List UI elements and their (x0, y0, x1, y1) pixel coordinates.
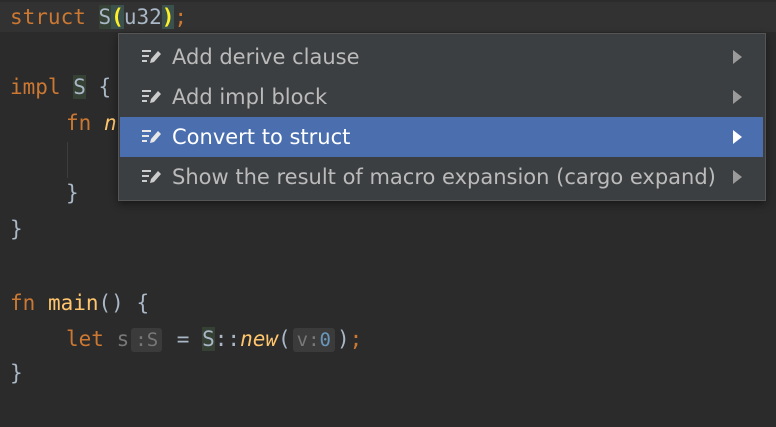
fn-name-partial: n (103, 111, 117, 135)
method-new: new (240, 327, 278, 351)
code-line-1[interactable]: struct S(u32); (0, 2, 776, 32)
menu-item-convert-to-struct[interactable]: Convert to struct (120, 117, 763, 157)
var-s: s (116, 327, 130, 351)
keyword-struct: struct (10, 5, 86, 29)
submenu-arrow-icon (725, 90, 749, 104)
code-line-11[interactable]: } (10, 358, 23, 388)
params: () (98, 291, 124, 315)
code-line-3[interactable]: impl S { (10, 72, 111, 102)
equals: = (176, 327, 190, 351)
param-hint-label: v: (296, 329, 320, 351)
paren-close: ) (161, 5, 175, 29)
intention-edit-icon (140, 165, 164, 189)
submenu-arrow-icon (725, 170, 749, 184)
menu-item-add-derive-clause[interactable]: Add derive clause (120, 37, 763, 77)
menu-item-label: Show the result of macro expansion (carg… (172, 165, 716, 189)
menu-item-show-macro-expansion[interactable]: Show the result of macro expansion (carg… (120, 157, 763, 197)
menu-item-add-impl-block[interactable]: Add impl block (120, 77, 763, 117)
submenu-arrow-icon (725, 50, 749, 64)
menu-item-label: Add derive clause (172, 45, 360, 69)
struct-name: S (98, 5, 112, 29)
code-line-6[interactable]: } (66, 178, 79, 208)
code-line-7[interactable]: } (10, 214, 23, 244)
submenu-arrow-icon (725, 130, 749, 144)
keyword-fn: fn (10, 291, 36, 315)
menu-item-label: Add impl block (172, 85, 328, 109)
code-editor[interactable]: struct S(u32); impl S { fn n } } fn main… (0, 0, 776, 427)
open-brace: { (98, 75, 112, 99)
semicolon: ; (174, 5, 188, 29)
open-brace: { (136, 291, 150, 315)
code-line-10[interactable]: let s:S = S::new(v:0); (66, 324, 362, 354)
intention-actions-popup[interactable]: Add derive clause Add impl block Convert… (118, 33, 766, 201)
type-inlay-hint: :S (131, 328, 163, 352)
code-line-9[interactable]: fn main() { (10, 288, 149, 318)
paren-close: ) (337, 327, 350, 351)
code-line-4[interactable]: fn n (66, 108, 117, 138)
close-brace: } (10, 217, 23, 241)
arg-value: 0 (319, 329, 331, 351)
paren-open: ( (278, 327, 291, 351)
intention-edit-icon (140, 85, 164, 109)
semicolon: ; (349, 327, 363, 351)
keyword-let: let (66, 327, 104, 351)
indent-guide (67, 142, 68, 178)
intention-edit-icon (140, 45, 164, 69)
path-sep: :: (214, 327, 241, 351)
struct-ref: S (202, 327, 215, 351)
type-u32: u32 (123, 5, 162, 29)
paren-open: ( (111, 5, 124, 29)
keyword-impl: impl (10, 75, 61, 99)
close-brace: } (10, 361, 23, 385)
impl-target: S (73, 75, 86, 99)
menu-item-label: Convert to struct (172, 125, 351, 149)
intention-edit-icon (140, 125, 164, 149)
fn-main: main (47, 291, 99, 315)
close-brace: } (66, 181, 79, 205)
param-inlay-hint: v:0 (292, 328, 335, 352)
keyword-fn: fn (66, 111, 92, 135)
